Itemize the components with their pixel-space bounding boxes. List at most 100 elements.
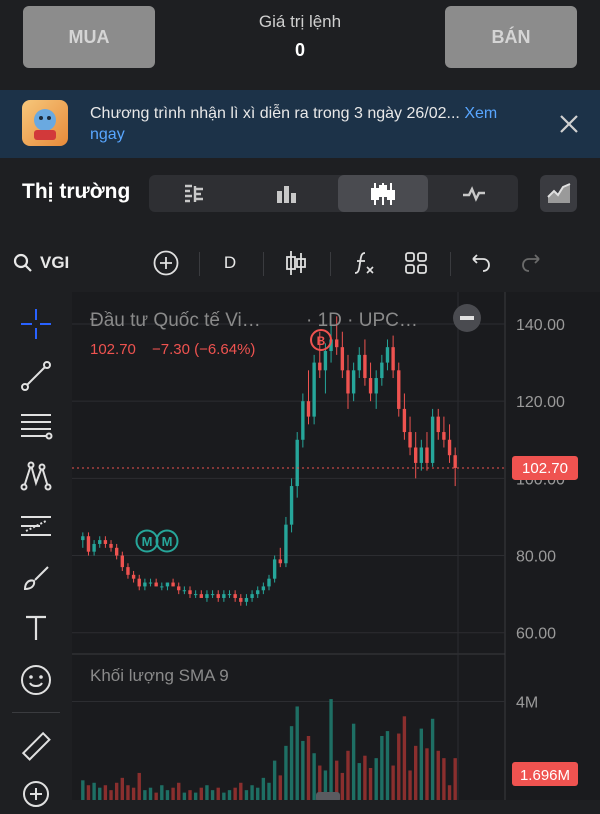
volume-bar: [301, 740, 305, 800]
volume-bar: [227, 790, 232, 800]
candle-body: [227, 594, 232, 596]
pattern-icon[interactable]: [16, 456, 56, 496]
layout-grid-icon[interactable]: [396, 238, 436, 288]
ruler-icon[interactable]: [16, 726, 56, 766]
volume-bar: [98, 787, 102, 800]
candle-body: [216, 594, 220, 598]
marker-m-1[interactable]: M: [135, 529, 159, 553]
chart-area[interactable]: 4M 140.00120.00100.0080.0060.00 Đầu tư Q…: [0, 292, 600, 802]
volume-bar: [453, 758, 457, 800]
volume-bar: [340, 772, 345, 800]
zoom-in-icon[interactable]: [16, 774, 56, 814]
candle-body: [425, 447, 429, 463]
volume-bar: [368, 768, 373, 800]
volume-bar: [374, 758, 378, 800]
collapse-legend-icon[interactable]: [453, 304, 481, 332]
candle-body: [137, 578, 141, 587]
fib-lines-icon[interactable]: [16, 406, 56, 446]
candle-body: [357, 354, 361, 371]
redo-icon[interactable]: [512, 238, 552, 288]
candle-body: [306, 401, 311, 417]
volume-bar: [267, 782, 271, 800]
crosshair-icon[interactable]: [16, 304, 56, 344]
marker-m-2[interactable]: M: [155, 529, 179, 553]
sell-button[interactable]: BÁN: [445, 6, 577, 68]
line-chart-icon[interactable]: [429, 175, 519, 212]
price-chart[interactable]: 4M 140.00120.00100.0080.0060.00 Đầu tư Q…: [0, 292, 600, 802]
candle-body: [363, 354, 367, 379]
close-banner-icon[interactable]: [555, 110, 583, 138]
price-axis-label: 140.00: [516, 317, 565, 334]
volume-bar: [193, 792, 198, 800]
candle-body: [126, 567, 130, 575]
lucky-money-icon: [22, 100, 68, 146]
volume-bar: [120, 777, 125, 800]
volume-bar: [425, 748, 429, 800]
candle-body: [171, 582, 175, 587]
candle-body: [86, 536, 91, 552]
interval-button[interactable]: D: [212, 238, 248, 288]
indicator-candle-icon[interactable]: [276, 238, 316, 288]
volume-bar: [86, 785, 91, 800]
prediction-icon[interactable]: [16, 506, 56, 546]
candle-body: [391, 347, 395, 371]
volume-bar: [402, 716, 407, 800]
candle-body: [436, 416, 440, 433]
bar-chart-icon[interactable]: [241, 175, 331, 212]
add-symbol-icon[interactable]: [146, 238, 186, 288]
function-icon[interactable]: [343, 238, 383, 288]
volume-bar: [312, 753, 316, 800]
volume-bar: [177, 782, 181, 800]
volume-bar: [306, 736, 311, 800]
volume-bar: [81, 780, 85, 800]
volume-bar: [380, 736, 384, 800]
symbol-search[interactable]: VGI: [12, 238, 80, 288]
orderbook-icon[interactable]: [149, 175, 239, 212]
volume-bar: [92, 782, 96, 800]
candle-body: [92, 543, 96, 552]
volume-bar: [278, 775, 282, 800]
volume-bar: [295, 706, 299, 800]
candle-body: [453, 455, 457, 468]
see-now-link-cont[interactable]: ngay: [90, 126, 125, 143]
chart-interval-exchange: · 1D · UPC…: [306, 310, 418, 331]
volume-bar: [239, 782, 243, 800]
scroll-handle[interactable]: [316, 792, 340, 802]
candle-body: [385, 347, 390, 363]
candle-body: [346, 370, 350, 394]
text-tool-icon[interactable]: [16, 608, 56, 648]
volume-bar: [103, 785, 108, 800]
brush-icon[interactable]: [16, 558, 56, 598]
current-volume-label: 1.696M: [520, 767, 570, 784]
emoji-icon[interactable]: [16, 660, 56, 700]
candle-body: [430, 416, 435, 463]
candle-body: [374, 378, 378, 394]
candle-body: [98, 540, 102, 544]
volume-bar: [397, 733, 401, 800]
undo-icon[interactable]: [460, 238, 500, 288]
volume-bar: [351, 723, 356, 800]
promo-banner-text: Chương trình nhận lì xì diễn ra trong 3 …: [90, 105, 498, 143]
candle-body: [114, 547, 119, 556]
chart-change: −7.30 (−6.64%): [152, 341, 255, 358]
candle-body: [318, 362, 322, 371]
candle-body: [199, 594, 203, 598]
buy-marker[interactable]: B: [310, 329, 332, 351]
candle-body: [81, 536, 85, 541]
candlestick-icon[interactable]: [338, 175, 428, 212]
volume-bar: [233, 787, 237, 800]
volume-bar: [447, 785, 452, 800]
volume-bar: [222, 792, 226, 800]
trend-line-icon[interactable]: [16, 356, 56, 396]
promo-banner[interactable]: Chương trình nhận lì xì diễn ra trong 3 …: [0, 90, 600, 158]
current-price-label: 102.70: [522, 460, 568, 477]
candle-body: [210, 594, 215, 596]
candle-body: [177, 586, 181, 591]
candle-body: [120, 555, 125, 568]
area-chart-icon[interactable]: [540, 175, 577, 212]
volume-title: Khối lượng SMA 9: [90, 666, 229, 685]
volume-bar: [109, 790, 113, 800]
volume-bar: [442, 758, 446, 800]
chart-type-segment: [149, 175, 518, 212]
see-now-link[interactable]: Xem: [464, 105, 497, 122]
